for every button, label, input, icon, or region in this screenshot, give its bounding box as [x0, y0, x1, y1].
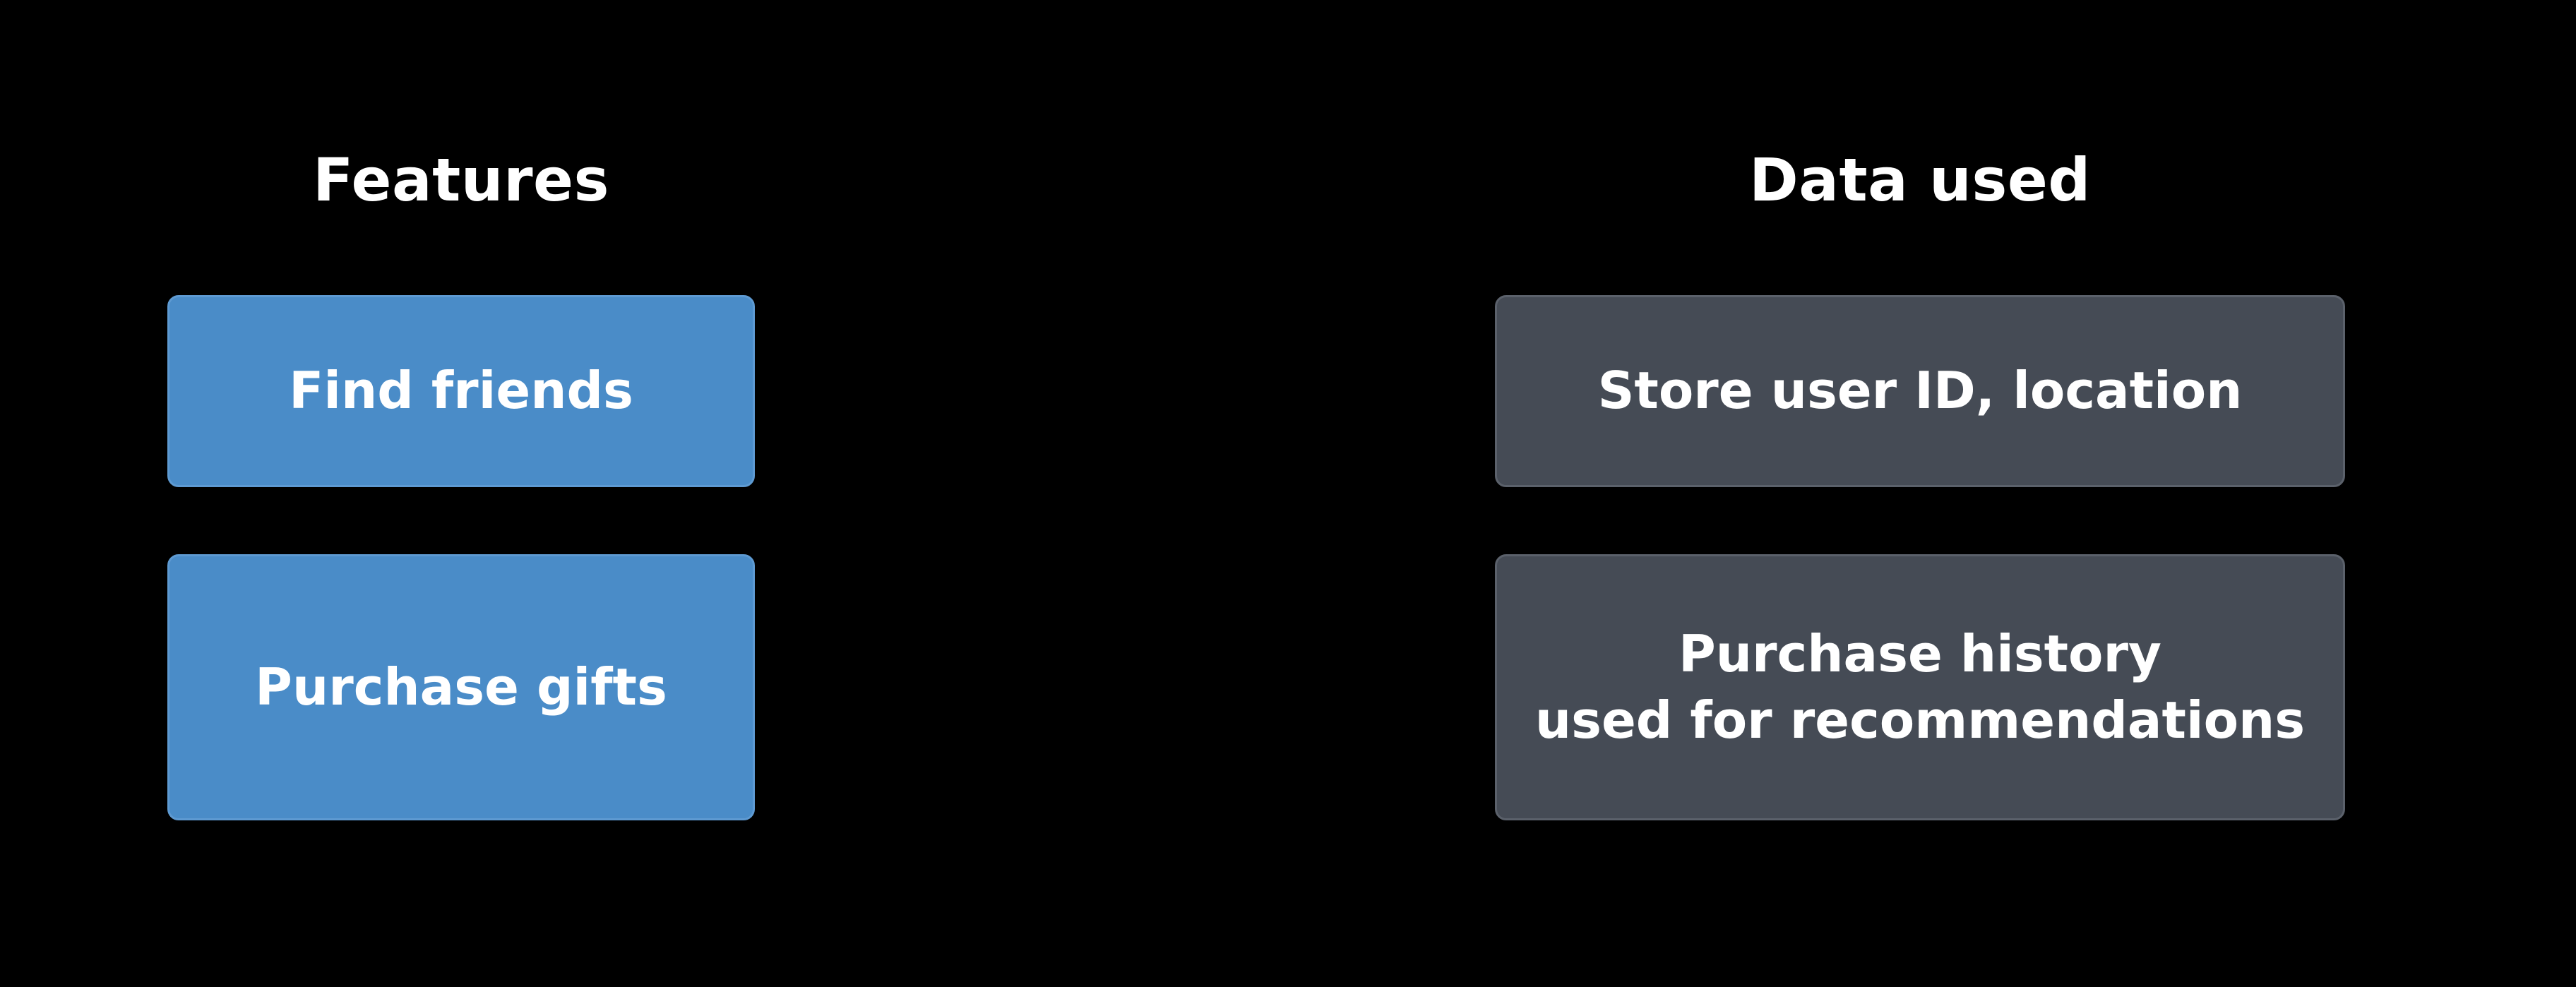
data-user-id-location-box: Store user ID, location: [1495, 295, 2345, 487]
data-used-heading: Data used: [1749, 145, 2091, 215]
feature-find-friends-box: Find friends: [167, 295, 755, 487]
feature-purchase-gifts-box: Purchase gifts: [167, 554, 755, 820]
features-heading: Features: [313, 145, 609, 215]
data-purchase-history-box: Purchase history used for recommendation…: [1495, 554, 2345, 820]
